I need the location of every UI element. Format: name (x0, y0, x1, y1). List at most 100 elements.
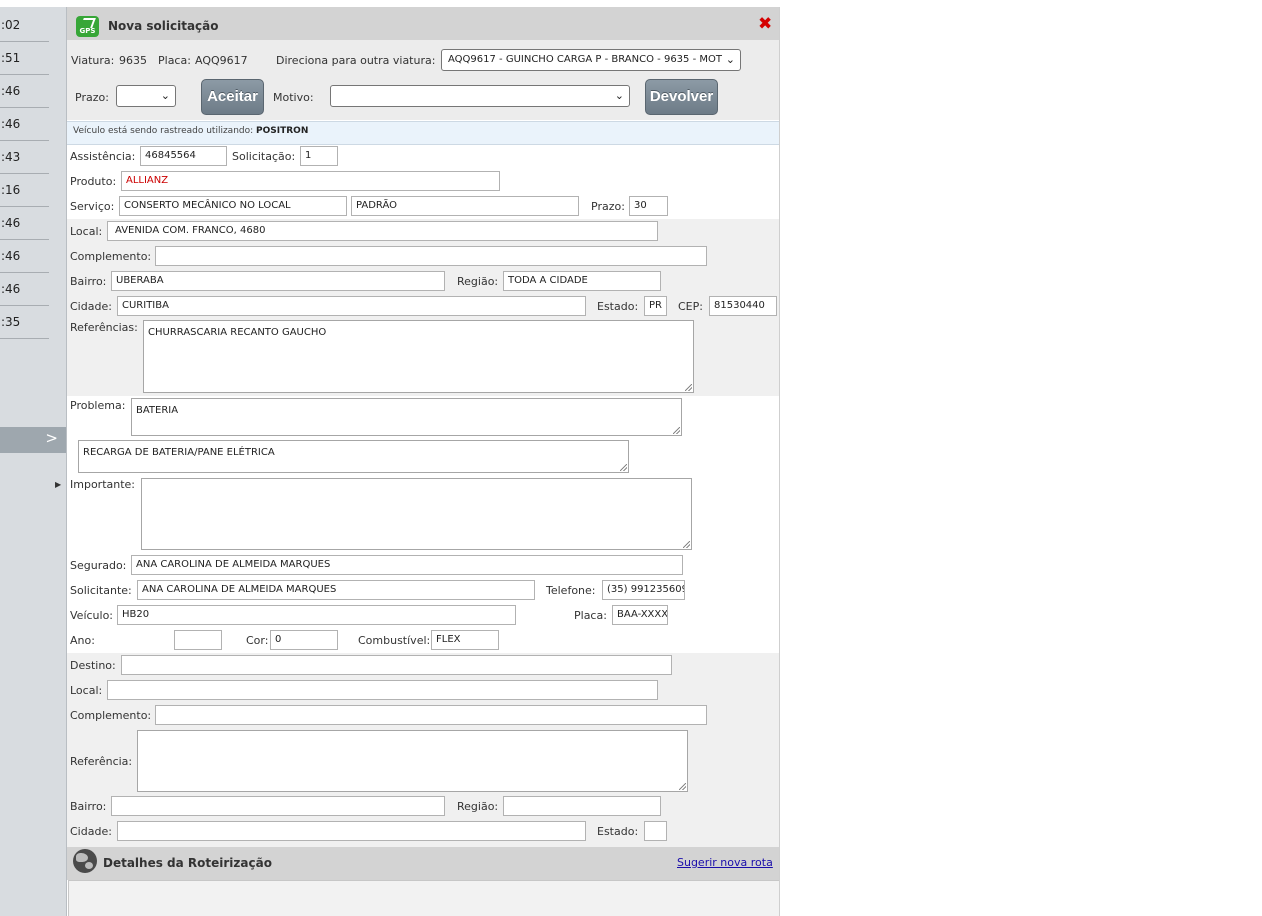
modal-title: Nova solicitação (108, 19, 219, 33)
cor-field[interactable]: 0 (270, 630, 338, 650)
list-item[interactable]: :35 (0, 306, 49, 339)
complemento-field[interactable] (155, 246, 707, 266)
list-item-time: :46 (1, 249, 21, 263)
destino-local-label: Local: (70, 684, 103, 697)
redirect-vehicle-value: AQQ9617 - GUINCHO CARGA P - BRANCO - 963… (448, 54, 722, 65)
list-item-time: :02 (1, 18, 21, 32)
veiculo-label: Veículo: (70, 609, 114, 622)
destino-estado-field[interactable] (644, 821, 667, 841)
servico-prazo-field[interactable]: 30 (629, 196, 668, 216)
left-list-panel: :02 :51 :46 :46 :43 :16 :46 :46 :46 :35 (0, 7, 67, 916)
destino-label: Destino: (70, 659, 116, 672)
segurado-label: Segurado: (70, 559, 127, 572)
destino-local-field[interactable] (107, 680, 658, 700)
chevron-down-icon: ⌄ (614, 89, 624, 102)
motivo-select[interactable]: ⌄ (330, 85, 630, 107)
importante-label: Importante: (70, 478, 136, 491)
placa-veiculo-field[interactable]: BAA-XXXX (612, 605, 668, 625)
referencias-textarea[interactable]: CHURRASCARIA RECANTO GAUCHO (143, 320, 694, 393)
redirect-vehicle-select[interactable]: AQQ9617 - GUINCHO CARGA P - BRANCO - 963… (441, 49, 741, 71)
list-item-time: :46 (1, 282, 21, 296)
route-details-panel (68, 880, 779, 916)
collapse-panel-button[interactable]: > (0, 427, 66, 453)
list-item-time: :35 (1, 315, 21, 329)
segurado-field[interactable]: ANA CAROLINA DE ALMEIDA MARQUES (131, 555, 683, 575)
servico-prazo-label: Prazo: (591, 200, 625, 213)
list-item[interactable]: :46 (0, 273, 49, 306)
list-item-time: :46 (1, 84, 21, 98)
new-request-modal: GPS Nova solicitação ✖ Viatura: 9635 Pla… (67, 7, 780, 916)
list-item[interactable]: :46 (0, 207, 49, 240)
destino-regiao-label: Região: (457, 800, 499, 813)
produto-field[interactable]: ALLIANZ (121, 171, 500, 191)
solicitante-field[interactable]: ANA CAROLINA DE ALMEIDA MARQUES (137, 580, 535, 600)
viatura-value: 9635 (119, 54, 147, 67)
cep-label: CEP: (678, 300, 703, 313)
destino-field[interactable] (121, 655, 672, 675)
local-label: Local: (70, 225, 103, 238)
bookmarks-bar (0, 0, 1262, 7)
combustivel-field[interactable]: FLEX (431, 630, 499, 650)
local-field[interactable]: AVENIDA COM. FRANCO, 4680 (107, 221, 658, 241)
produto-label: Produto: (70, 175, 117, 188)
destino-cidade-field[interactable] (117, 821, 586, 841)
placa-value: AQQ9617 (195, 54, 248, 67)
ano-label: Ano: (70, 634, 95, 647)
destino-cidade-label: Cidade: (70, 825, 112, 838)
chevron-down-icon: ⌄ (725, 53, 735, 66)
cidade-field[interactable]: CURITIBA (117, 296, 586, 316)
servico-field[interactable]: CONSERTO MECÂNICO NO LOCAL (119, 196, 347, 216)
triangle-right-icon[interactable]: ▶ (55, 480, 61, 489)
list-item[interactable]: :46 (0, 75, 49, 108)
tracking-prefix: Veículo está sendo rastreado utilizando: (73, 126, 254, 136)
destino-regiao-field[interactable] (503, 796, 661, 816)
veiculo-field[interactable]: HB20 (117, 605, 516, 625)
accept-button[interactable]: Aceitar (201, 79, 264, 115)
list-item[interactable]: :43 (0, 141, 49, 174)
list-item[interactable]: :46 (0, 108, 49, 141)
problema-textarea[interactable]: BATERIA (131, 398, 682, 436)
return-button[interactable]: Devolver (645, 79, 718, 115)
placa-label: Placa: (158, 54, 191, 67)
estado-field[interactable]: PR (644, 296, 667, 316)
list-item[interactable]: :51 (0, 42, 49, 75)
destino-referencia-textarea[interactable] (137, 730, 688, 792)
list-item[interactable]: :02 (0, 9, 49, 42)
placa-veiculo-label: Placa: (574, 609, 607, 622)
ano-field[interactable] (174, 630, 222, 650)
list-item-time: :16 (1, 183, 21, 197)
regiao-label: Região: (457, 275, 499, 288)
referencias-label: Referências: (70, 321, 138, 334)
assistencia-field[interactable]: 46845564 (140, 146, 227, 166)
telefone-field[interactable]: (35) 991235609 (602, 580, 685, 600)
bairro-field[interactable]: UBERABA (111, 271, 445, 291)
estado-label: Estado: (597, 300, 639, 313)
destino-complemento-field[interactable] (155, 705, 707, 725)
prazo-label: Prazo: (75, 91, 109, 104)
chevron-down-icon: ⌄ (160, 89, 170, 102)
cep-field[interactable]: 81530440 (709, 296, 777, 316)
problema-label: Problema: (70, 399, 126, 412)
close-icon[interactable]: ✖ (758, 14, 772, 34)
servico-label: Serviço: (70, 200, 115, 213)
list-item-time: :51 (1, 51, 21, 65)
servico-tipo-field[interactable]: PADRÃO (351, 196, 579, 216)
regiao-field[interactable]: TODA A CIDADE (503, 271, 661, 291)
telefone-label: Telefone: (546, 584, 596, 597)
problema-detail-textarea[interactable]: RECARGA DE BATERIA/PANE ELÉTRICA (78, 440, 629, 473)
solicitacao-field[interactable]: 1 (300, 146, 338, 166)
tracking-info-text: Veículo está sendo rastreado utilizando:… (73, 126, 308, 136)
destino-bairro-field[interactable] (111, 796, 445, 816)
gps-logo-icon: GPS (76, 16, 99, 37)
assistencia-label: Assistência: (70, 150, 136, 163)
suggest-new-route-link[interactable]: Sugerir nova rota (677, 856, 773, 869)
motivo-label: Motivo: (273, 91, 314, 104)
prazo-select[interactable]: ⌄ (116, 85, 176, 107)
complemento-label: Complemento: (70, 250, 152, 263)
importante-textarea[interactable] (141, 478, 692, 550)
list-item[interactable]: :16 (0, 174, 49, 207)
destino-bairro-label: Bairro: (70, 800, 107, 813)
tracking-provider: POSITRON (256, 126, 309, 136)
list-item[interactable]: :46 (0, 240, 49, 273)
list-item-time: :46 (1, 216, 21, 230)
